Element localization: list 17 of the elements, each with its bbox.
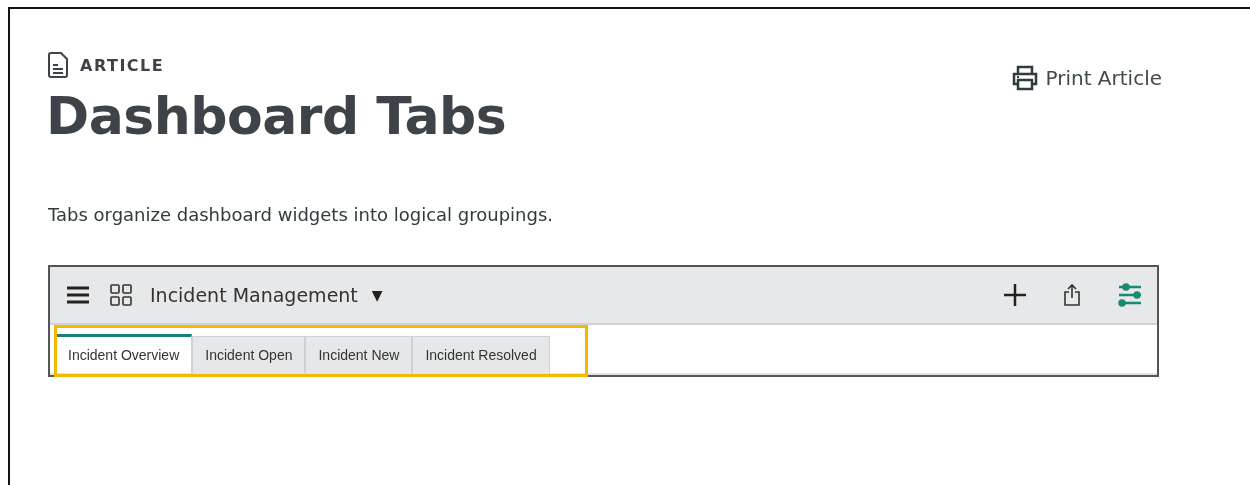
menu-icon[interactable]	[66, 285, 90, 305]
document-icon	[48, 52, 68, 78]
dashboard-tab[interactable]: Incident Overview	[56, 334, 193, 373]
dashboard-tab[interactable]: Incident New	[305, 336, 413, 373]
dropdown-caret[interactable]: ▼	[371, 287, 383, 303]
share-icon[interactable]	[1063, 283, 1081, 307]
article-description: Tabs organize dashboard widgets into logical groupings.	[48, 204, 555, 225]
grid-icon[interactable]	[110, 284, 132, 306]
add-icon[interactable]	[1003, 283, 1027, 307]
article-title: Dashboard Tabs	[46, 85, 507, 148]
print-article-link[interactable]: Print Article	[1011, 65, 1162, 91]
sliders-icon[interactable]	[1117, 283, 1143, 307]
dashboard-tab[interactable]: Incident Open	[192, 336, 306, 373]
dashboard-tab[interactable]: Incident Resolved	[412, 336, 550, 373]
dashboard-title: Incident Management	[150, 284, 358, 306]
article-label: ARTICLE	[80, 55, 165, 75]
printer-icon	[1011, 65, 1040, 91]
